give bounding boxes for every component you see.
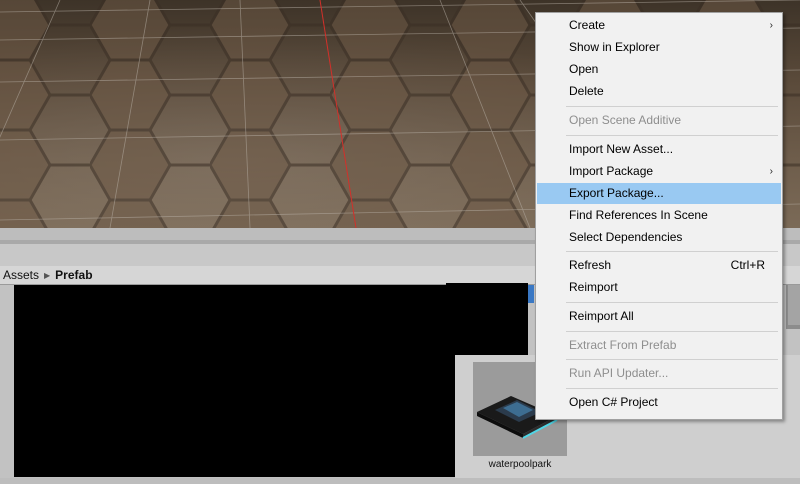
menu-item-create[interactable]: Create › <box>537 15 781 36</box>
selected-asset-edge <box>528 285 534 303</box>
menu-item-label: Import Package <box>569 164 654 178</box>
menu-item-run-api-updater: Run API Updater... <box>537 363 781 384</box>
menu-item-label: Open C# Project <box>569 395 658 409</box>
menu-item-import-package[interactable]: Import Package › <box>537 161 781 182</box>
menu-item-import-new-asset[interactable]: Import New Asset... <box>537 139 781 160</box>
menu-item-label: Find References In Scene <box>569 208 708 222</box>
menu-item-open[interactable]: Open <box>537 59 781 80</box>
menu-item-reimport-all[interactable]: Reimport All <box>537 306 781 327</box>
menu-item-label: Export Package... <box>569 186 664 200</box>
menu-item-label: Show in Explorer <box>569 40 660 54</box>
menu-item-label: Reimport All <box>569 309 634 323</box>
asset-fragment-inner <box>788 285 800 325</box>
menu-item-delete[interactable]: Delete <box>537 81 781 102</box>
menu-separator <box>566 331 778 332</box>
menu-item-label: Delete <box>569 84 604 98</box>
menu-item-label: Select Dependencies <box>569 230 683 244</box>
menu-item-label: Import New Asset... <box>569 142 674 156</box>
menu-item-show-in-explorer[interactable]: Show in Explorer <box>537 37 781 58</box>
menu-separator <box>566 106 778 107</box>
menu-item-open-scene-additive: Open Scene Additive <box>537 110 781 131</box>
menu-separator <box>566 388 778 389</box>
menu-item-label: Open Scene Additive <box>569 113 682 127</box>
menu-separator <box>566 251 778 252</box>
menu-item-refresh[interactable]: Refresh Ctrl+R <box>537 255 781 276</box>
menu-item-reimport[interactable]: Reimport <box>537 277 781 298</box>
menu-item-label: Reimport <box>569 280 618 294</box>
menu-item-label: Extract From Prefab <box>569 338 677 352</box>
menu-item-label: Refresh <box>569 258 612 272</box>
menu-item-find-references[interactable]: Find References In Scene <box>537 205 781 226</box>
menu-item-label: Create <box>569 18 606 32</box>
menu-item-label: Open <box>569 62 599 76</box>
context-menu: Create › Show in Explorer Open Delete Ope… <box>535 12 783 420</box>
menu-separator <box>566 302 778 303</box>
asset-preview-area <box>14 285 528 477</box>
breadcrumb-prefab[interactable]: Prefab <box>55 266 92 284</box>
breadcrumb-assets[interactable]: Assets <box>3 266 39 284</box>
asset-preview-edge <box>446 283 528 287</box>
project-footer <box>0 478 800 484</box>
menu-separator <box>566 359 778 360</box>
menu-item-label: Run API Updater... <box>569 366 669 380</box>
menu-separator <box>566 135 778 136</box>
submenu-arrow-icon: › <box>769 166 773 177</box>
breadcrumb-separator-icon: ▶ <box>44 271 51 280</box>
menu-shortcut: Ctrl+R <box>730 258 765 272</box>
asset-label[interactable]: waterpoolpark <box>473 459 567 470</box>
menu-item-extract-from-prefab: Extract From Prefab <box>537 335 781 356</box>
submenu-arrow-icon: › <box>769 20 773 31</box>
menu-item-open-csharp-project[interactable]: Open C# Project <box>537 392 781 413</box>
menu-item-select-dependencies[interactable]: Select Dependencies <box>537 227 781 248</box>
menu-item-export-package[interactable]: Export Package... <box>537 183 781 204</box>
